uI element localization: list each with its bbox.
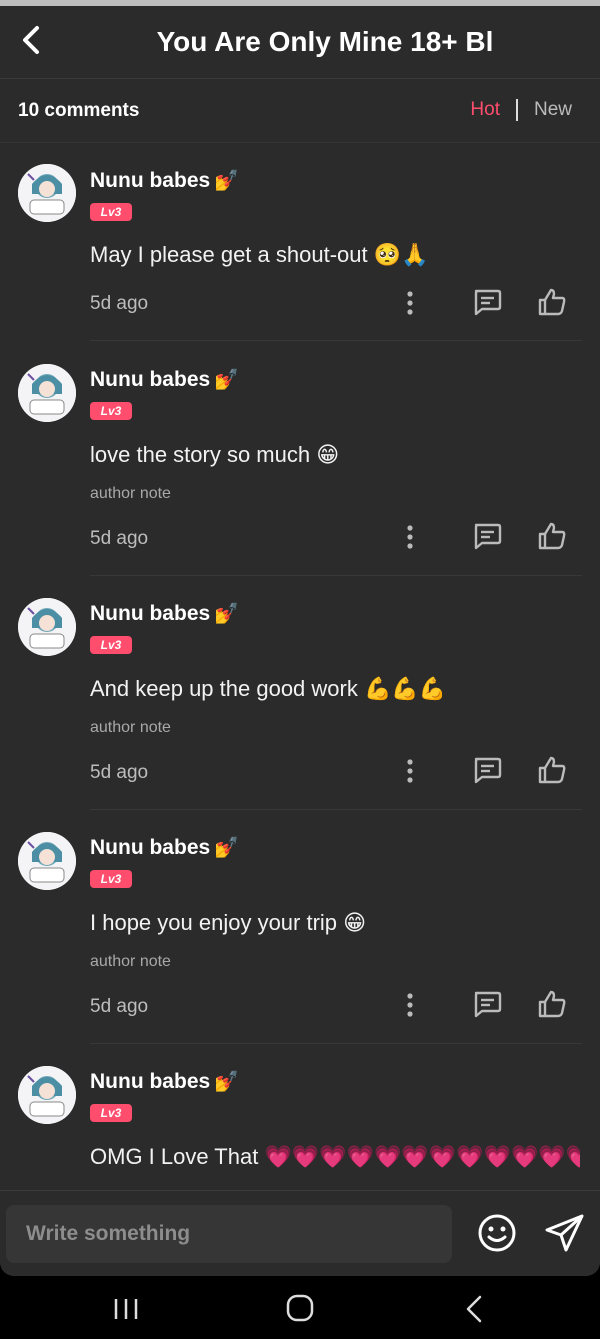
- like-button[interactable]: [537, 755, 567, 785]
- comments-subbar: 10 comments Hot New: [0, 80, 600, 143]
- comment-input[interactable]: [6, 1205, 452, 1263]
- username[interactable]: Nunu babes 💅: [90, 835, 239, 860]
- comment-input-bar: [0, 1190, 600, 1276]
- comment-item: Nunu babes 💅 Lv3 OMG I Love That 💗💗💗💗💗💗💗💗…: [0, 1044, 600, 1190]
- avatar-image: [18, 1066, 76, 1124]
- send-button[interactable]: [544, 1213, 586, 1253]
- author-note: author note: [90, 953, 171, 970]
- comment-icon: [474, 523, 502, 550]
- thumbs-up-icon: [538, 990, 566, 1018]
- avatar[interactable]: [18, 364, 76, 422]
- comment-count: 10 comments: [18, 100, 140, 121]
- badge-emoji: 💅: [214, 369, 240, 391]
- avatar[interactable]: [18, 1066, 76, 1124]
- like-button[interactable]: [537, 521, 567, 551]
- sort-toggle: Hot New: [470, 99, 572, 121]
- avatar[interactable]: [18, 598, 76, 656]
- sort-hot-tab[interactable]: Hot: [470, 99, 500, 121]
- system-nav-bar: [0, 1276, 600, 1339]
- like-button[interactable]: [537, 989, 567, 1019]
- avatar[interactable]: [18, 164, 76, 222]
- username[interactable]: Nunu babes 💅: [90, 367, 239, 392]
- comment-time: 5d ago: [90, 528, 149, 549]
- thumbs-up-icon: [538, 756, 566, 784]
- level-badge: Lv3: [90, 870, 132, 888]
- comment-time: 5d ago: [90, 762, 149, 783]
- comment-icon: [474, 289, 502, 316]
- sort-new-tab[interactable]: New: [534, 99, 572, 121]
- back-button[interactable]: [14, 20, 48, 60]
- comment-item: Nunu babes 💅 Lv3 And keep up the good wor…: [0, 576, 600, 810]
- avatar-image: [18, 364, 76, 422]
- avatar-image: [18, 598, 76, 656]
- header: You Are Only Mine 18+ Bl: [0, 6, 600, 79]
- author-note: author note: [90, 485, 171, 502]
- avatar-image: [18, 832, 76, 890]
- comment-text: love the story so much 😁: [90, 442, 340, 467]
- more-vertical-icon: [407, 525, 413, 549]
- reply-button[interactable]: [472, 990, 502, 1018]
- send-icon: [545, 1214, 584, 1252]
- username[interactable]: Nunu babes 💅: [90, 601, 239, 626]
- comment-text: May I please get a shout-out 🥺🙏: [90, 242, 429, 267]
- more-vertical-icon: [407, 291, 413, 315]
- home-icon: [286, 1294, 314, 1322]
- comment-time: 5d ago: [90, 293, 149, 314]
- level-badge: Lv3: [90, 1104, 132, 1122]
- more-vertical-icon: [407, 759, 413, 783]
- level-badge: Lv3: [90, 203, 132, 221]
- badge-emoji: 💅: [214, 837, 240, 859]
- badge-emoji: 💅: [214, 603, 240, 625]
- comment-divider: [90, 340, 582, 341]
- comment-time: 5d ago: [90, 996, 149, 1017]
- author-note: author note: [90, 719, 171, 736]
- chevron-left-icon: [23, 26, 39, 54]
- comment-icon: [474, 991, 502, 1018]
- avatar-image: [18, 164, 76, 222]
- reply-button[interactable]: [472, 756, 502, 784]
- comment-text: I hope you enjoy your trip 😁: [90, 910, 367, 935]
- reply-button[interactable]: [472, 288, 502, 316]
- back-arrow-icon: [466, 1295, 482, 1323]
- more-button[interactable]: [400, 290, 420, 316]
- comment-icon: [474, 757, 502, 784]
- app-screen: You Are Only Mine 18+ Bl 10 comments Hot…: [0, 0, 600, 1276]
- username[interactable]: Nunu babes 💅: [90, 1069, 239, 1094]
- comment-item: Nunu babes 💅 Lv3 May I please get a shout…: [0, 142, 600, 342]
- username[interactable]: Nunu babes 💅: [90, 168, 239, 193]
- comment-text: And keep up the good work 💪💪💪: [90, 676, 447, 701]
- emoji-button[interactable]: [477, 1213, 517, 1253]
- recent-apps-icon: [114, 1299, 138, 1319]
- avatar[interactable]: [18, 832, 76, 890]
- sort-divider: [515, 99, 518, 121]
- recent-apps-button[interactable]: [112, 1298, 140, 1320]
- comment-item: Nunu babes 💅 Lv3 love the story so much 😁…: [0, 342, 600, 576]
- level-badge: Lv3: [90, 402, 132, 420]
- system-back-button[interactable]: [462, 1294, 488, 1324]
- comment-item: Nunu babes 💅 Lv3 I hope you enjoy your tr…: [0, 810, 600, 1044]
- thumbs-up-icon: [538, 522, 566, 550]
- more-vertical-icon: [407, 993, 413, 1017]
- badge-emoji: 💅: [214, 1071, 240, 1093]
- home-button[interactable]: [286, 1294, 314, 1322]
- page-title: You Are Only Mine 18+ Bl: [156, 26, 494, 57]
- reply-button[interactable]: [472, 522, 502, 550]
- thumbs-up-icon: [538, 288, 566, 316]
- comment-text: OMG I Love That 💗💗💗💗💗💗💗💗💗💗💗💗: [90, 1144, 580, 1169]
- smiley-icon: [478, 1214, 516, 1252]
- more-button[interactable]: [400, 524, 420, 550]
- more-button[interactable]: [400, 758, 420, 784]
- level-badge: Lv3: [90, 636, 132, 654]
- like-button[interactable]: [537, 287, 567, 317]
- more-button[interactable]: [400, 992, 420, 1018]
- badge-emoji: 💅: [214, 170, 240, 192]
